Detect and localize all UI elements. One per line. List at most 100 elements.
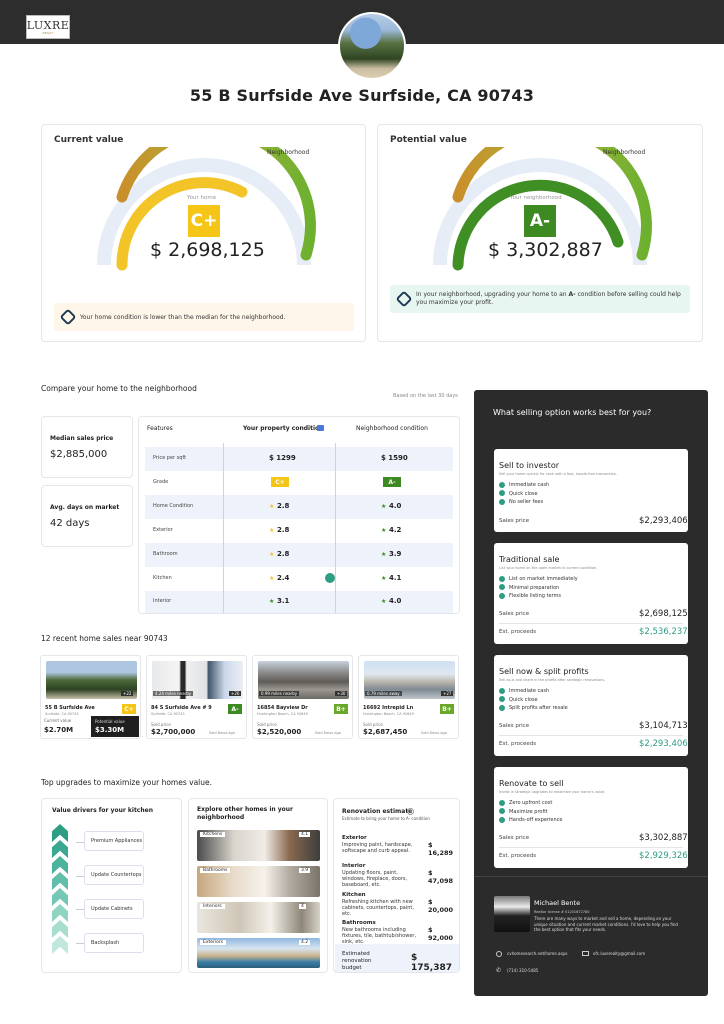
star-icon: ★ xyxy=(381,503,387,510)
driver-item[interactable]: Backsplash xyxy=(84,933,144,953)
days-value: 42 days xyxy=(50,518,90,529)
neighborhood-value: 4.0 xyxy=(389,597,402,605)
driver-item[interactable]: Update Countertops xyxy=(84,865,144,885)
option-features: Immediate cash Quick close Split profits… xyxy=(499,687,568,713)
photo-count: +27 xyxy=(441,691,454,696)
sales-price: $3,104,713 xyxy=(639,721,688,731)
feature-name: Bathroom xyxy=(153,551,178,557)
home-card[interactable]: 0.99 miles nearby +30 16854 Bayview Dr H… xyxy=(252,655,353,739)
current-note-text: Your home condition is lower than the me… xyxy=(80,313,286,321)
col-neighborhood: Neighborhood condition xyxy=(356,425,428,432)
chevron-up-icon xyxy=(52,936,68,954)
home-grade-badge: B+ xyxy=(440,704,454,714)
check-icon xyxy=(499,498,505,505)
days-label: Avg. days on market xyxy=(50,504,120,511)
home-city: Surfside, CA 90743 xyxy=(45,712,79,716)
median-price-card: Median sales price $2,885,000 xyxy=(41,416,133,478)
explore-photo-bathrooms[interactable]: Bathrooms 3.9 xyxy=(197,866,320,897)
divider xyxy=(499,735,683,736)
info-icon xyxy=(395,290,413,308)
feature-item: List on market immediately xyxy=(509,576,578,582)
feature-item: Quick close xyxy=(509,696,538,703)
home-city: Huntington Beach, CA 92649 xyxy=(363,712,414,716)
home-card[interactable]: 4.24 miles nearby +26 84 S Surfside Ave … xyxy=(146,655,247,739)
agent-phone[interactable]: (714) 310-5485 xyxy=(507,968,538,973)
explore-score: 4 xyxy=(299,904,306,909)
agent-divider xyxy=(474,876,708,877)
option-card-traditional[interactable]: Traditional sale List your home on the o… xyxy=(494,543,688,644)
connector-line xyxy=(76,876,84,877)
explore-score: 3.9 xyxy=(299,868,311,873)
home-grade-badge: B+ xyxy=(334,704,348,714)
value-drivers-card: Value drivers for your kitchen Premium A… xyxy=(41,798,182,973)
check-icon xyxy=(499,481,505,488)
option-card-renovate[interactable]: Renovate to sell Invest in strategic upg… xyxy=(494,767,688,868)
compare-title: Compare your home to the neighborhood xyxy=(41,384,197,393)
sold-ago: Sold 8mos ago xyxy=(315,731,341,735)
brand-logo[interactable]: LUXRE REALTY xyxy=(26,15,70,39)
star-icon: ★ xyxy=(381,551,387,558)
star-icon: ★ xyxy=(269,598,275,605)
star-icon: ★ xyxy=(381,527,387,534)
median-label: Median sales price xyxy=(50,435,114,442)
explore-photo-kitchens[interactable]: Kitchens 4.1 xyxy=(197,830,320,861)
photo-count: +26 xyxy=(229,691,242,696)
phone-icon: ✆ xyxy=(496,967,502,974)
sold-price: $2,520,000 xyxy=(257,728,302,736)
home-city: Huntington Beach, CA 92649 xyxy=(257,712,308,716)
chevron-up-icon xyxy=(52,920,68,938)
feature-item: Split profits after resale xyxy=(509,705,568,711)
explore-label: Interiors xyxy=(200,904,225,909)
your-value: $ 1299 xyxy=(269,454,296,462)
option-features: Immediate cash Quick close No seller fee… xyxy=(499,481,549,507)
potential-note-bold: A- xyxy=(568,291,576,298)
driver-item[interactable]: Update Cabinets xyxy=(84,899,144,919)
photo-count: +30 xyxy=(335,691,348,696)
upgrades-title: Top upgrades to maximize your homes valu… xyxy=(41,778,212,787)
current-value-label: Current value xyxy=(44,718,72,723)
option-name: Sell now & split profits xyxy=(499,667,589,676)
mail-icon xyxy=(582,951,589,956)
renovation-item-name: Exterior xyxy=(342,835,367,841)
proceeds-label: Est. proceeds xyxy=(499,853,537,859)
col-property: Your property condition xyxy=(243,425,324,432)
neighborhood-value: 4.1 xyxy=(389,574,402,582)
chevron-up-icon xyxy=(52,872,68,890)
option-card-split[interactable]: Sell now & split profits Sell as-is and … xyxy=(494,655,688,756)
help-icon[interactable] xyxy=(407,808,414,815)
explore-photo-exteriors[interactable]: Exteriors 4.2 xyxy=(197,938,320,968)
current-value-card: Current value Neighborhood Your home C+ … xyxy=(41,124,366,342)
home-card[interactable]: 0.79 miles away +27 16692 Intrepid Ln Hu… xyxy=(358,655,459,739)
potential-home-label: Your neighborhood xyxy=(510,195,562,201)
option-desc: Sell as-is and share in the profits afte… xyxy=(499,678,606,682)
sold-price-label: Sold price xyxy=(151,722,171,727)
sales-price: $2,698,125 xyxy=(639,609,688,619)
info-square-icon[interactable] xyxy=(317,425,324,431)
sold-ago: Sold 8mos ago xyxy=(209,731,235,735)
budget-box: Estimated renovation budget $ 175,387 xyxy=(335,944,459,973)
star-icon: ★ xyxy=(269,503,275,510)
potential-note-pre: In your neighborhood, upgrading your hom… xyxy=(416,291,569,298)
home-card-subject[interactable]: +22 55 B Surfside Ave Surfside, CA 90743… xyxy=(40,655,141,739)
sales-price-label: Sales price xyxy=(499,518,530,524)
table-row: Kitchen ★ 2.4 ★ 4.1 xyxy=(145,567,453,591)
explore-photo-interiors[interactable]: Interiors 4 xyxy=(197,902,320,933)
table-row: Exterior ★ 2.8 ★ 4.2 xyxy=(145,519,453,543)
agent-email[interactable]: ofc.luxerealty@gmail.com xyxy=(593,951,645,956)
current-value-title: Current value xyxy=(54,135,124,145)
renovation-item-desc: Updating floors, paint, windows, firepla… xyxy=(342,870,408,888)
option-card-investor[interactable]: Sell to investor Sell your home quickly … xyxy=(494,449,688,532)
option-features: List on market immediately Minimal prepa… xyxy=(499,575,578,601)
col-features: Features xyxy=(147,425,173,432)
info-dot-icon[interactable] xyxy=(325,573,335,583)
agent-website[interactable]: cvhomesearch.net/home.aspx xyxy=(507,951,567,956)
recent-sales-title: 12 recent home sales near 90743 xyxy=(41,634,168,643)
neighborhood-value: 3.9 xyxy=(389,550,402,558)
driver-item[interactable]: Premium Appliances xyxy=(84,831,144,851)
table-row: Price per sqft $ 1299 $ 1590 xyxy=(145,447,453,471)
connector-line xyxy=(76,943,84,944)
renovation-item-name: Interior xyxy=(342,863,366,869)
check-icon xyxy=(499,816,505,823)
info-icon xyxy=(59,308,77,326)
sales-price: $2,293,406 xyxy=(639,516,688,526)
